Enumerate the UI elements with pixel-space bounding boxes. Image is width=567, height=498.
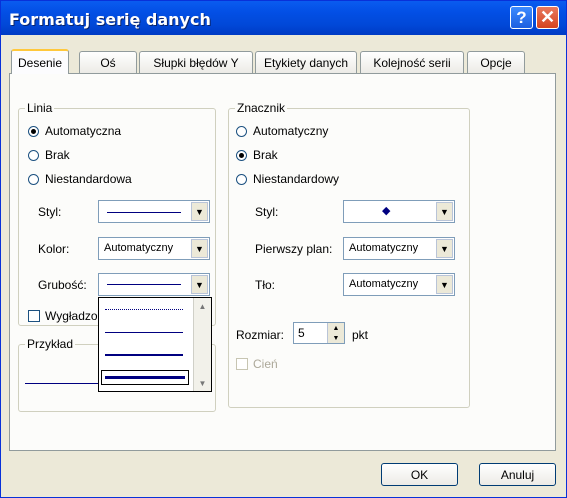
znacznik-group-title: Znacznik [235,101,288,115]
pierwszy-plan-dropdown[interactable]: Automatyczny ▼ [343,237,455,260]
chevron-down-icon[interactable]: ▼ [191,202,208,221]
tab-slupki-bledow-y[interactable]: Słupki błędów Y [139,51,253,73]
linia-kolor-label: Kolor: [38,242,70,256]
title-bar[interactable]: Formatuj serię danych ? ✕ [1,1,566,35]
tab-os[interactable]: Oś [79,51,137,73]
pierwszy-plan-value: Automatyczny [349,242,419,254]
wygladz-label: Wygładzo [45,309,98,323]
dropdown-list-scrollbar[interactable]: ▲ ▼ [193,298,211,391]
radio-automatyczna[interactable]: Automatyczna [28,124,121,138]
rozmiar-unit: pkt [352,328,369,342]
radio-circle [28,173,39,185]
radio-circle [28,149,39,161]
linia-grubosc-label: Grubość: [38,278,87,292]
scroll-up-icon[interactable]: ▲ [194,298,211,314]
wygladz-checkbox[interactable]: Wygładzo [28,309,98,323]
rozmiar-label: Rozmiar: [236,328,285,342]
close-icon: ✕ [539,7,556,27]
tab-opcje[interactable]: Opcje [467,51,525,73]
rozmiar-spinner[interactable]: 5 ▲ ▼ [293,322,345,344]
radio-brak[interactable]: Brak [28,148,70,162]
tlo-value: Automatyczny [349,278,419,290]
checkbox-box-disabled [236,358,248,370]
pierwszy-plan-label: Pierwszy plan: [255,242,333,256]
radio-automatyczny[interactable]: Automatyczny [236,124,328,138]
weight-option-thick-selected[interactable] [101,370,189,385]
help-icon: ? [516,7,527,27]
znacznik-styl-dropdown[interactable]: ◆ ▼ [343,200,455,223]
kolor-value: Automatyczny [104,242,174,254]
tlo-label: Tło: [255,278,276,292]
radio-niestandardowy[interactable]: Niestandardowy [236,172,339,186]
tab-kolejnosc-serii[interactable]: Kolejność serii [360,51,464,73]
chevron-down-icon[interactable]: ▼ [191,239,208,258]
radio-circle [236,173,247,185]
linia-kolor-dropdown[interactable]: Automatyczny ▼ [98,237,210,260]
tab-desenie[interactable]: Desenie [11,49,69,74]
przyklad-group-title: Przykład [25,337,76,351]
tlo-dropdown[interactable]: Automatyczny ▼ [343,273,455,296]
line-preview [25,383,105,384]
rozmiar-value[interactable]: 5 [298,326,305,340]
ok-button[interactable]: OK [381,463,458,486]
linia-grubosc-dropdown[interactable]: ▼ [98,273,210,296]
znacznik-styl-label: Styl: [255,205,279,219]
spin-down-icon[interactable]: ▼ [327,333,344,343]
thick-line-sample [105,376,185,379]
tab-panel: Linia Automatyczna Brak Niestandardowa S… [9,73,556,451]
line-style-sample [107,212,181,213]
linia-styl-label: Styl: [38,205,62,219]
radio-circle-selected [28,125,39,137]
chevron-down-icon[interactable]: ▼ [191,275,208,294]
cancel-button[interactable]: Anuluj [479,463,556,486]
weight-option-medium[interactable] [105,354,183,356]
cien-checkbox[interactable]: Cień [236,357,278,371]
cien-label: Cień [253,357,278,371]
radio-circle-selected [236,149,247,161]
close-button[interactable]: ✕ [536,6,559,29]
dialog-title: Formatuj serię danych [9,10,211,29]
linia-group-title: Linia [25,101,55,115]
grubosc-dropdown-list: ▲ ▼ [98,297,212,392]
chevron-down-icon[interactable]: ▼ [436,239,453,258]
dialog-window: Formatuj serię danych ? ✕ Desenie Oś Słu… [0,0,567,498]
weight-option-thin[interactable] [105,332,183,333]
chevron-down-icon[interactable]: ▼ [436,275,453,294]
chevron-down-icon[interactable]: ▼ [436,202,453,221]
spin-up-icon[interactable]: ▲ [327,323,344,333]
checkbox-box [28,310,40,322]
scroll-down-icon[interactable]: ▼ [194,375,211,391]
line-weight-sample [107,284,181,285]
diamond-marker-icon: ◆ [382,205,391,217]
radio-circle [236,125,247,137]
linia-styl-dropdown[interactable]: ▼ [98,200,210,223]
weight-option-hairline[interactable] [105,309,183,310]
help-button[interactable]: ? [510,6,533,29]
radio-niestandardowa[interactable]: Niestandardowa [28,172,132,186]
tab-etykiety-danych[interactable]: Etykiety danych [255,51,357,73]
radio-znacznik-brak[interactable]: Brak [236,148,278,162]
